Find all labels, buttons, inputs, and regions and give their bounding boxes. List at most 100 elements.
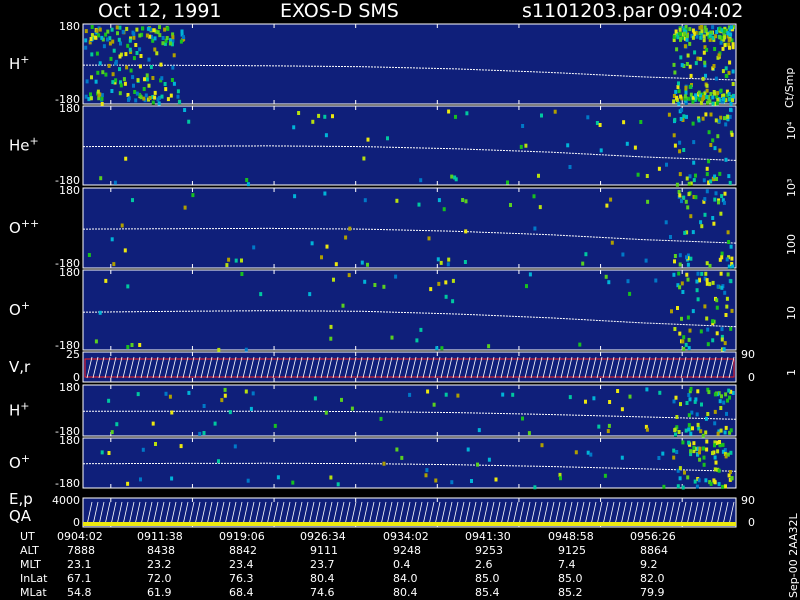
spectrogram-cell xyxy=(425,468,429,473)
spectrogram-cell xyxy=(98,61,102,66)
spectrogram-cell xyxy=(713,467,717,472)
spectrogram-cell xyxy=(110,237,114,242)
spectrogram-cell xyxy=(532,194,536,199)
spectrogram-cell xyxy=(719,406,723,410)
spectrogram-cell xyxy=(729,279,733,284)
spectrogram-cell xyxy=(680,63,684,68)
spectrogram-cell xyxy=(114,59,118,64)
spectrogram-cell xyxy=(731,264,735,269)
spectrogram-cell xyxy=(112,262,116,267)
spectrogram-cell xyxy=(705,189,709,194)
spectrogram-cell xyxy=(187,119,191,124)
row-r3-value-6: 85.0 xyxy=(558,572,583,585)
spectrogram-cell xyxy=(722,200,726,205)
spectrogram-cell xyxy=(223,387,227,392)
spectrogram-cell xyxy=(599,148,603,153)
spectrogram-cell xyxy=(336,482,340,487)
spectrogram-cell xyxy=(128,47,132,52)
spectrogram-cell xyxy=(711,338,715,343)
spectrogram-cell xyxy=(436,257,440,262)
spectrogram-cell xyxy=(251,391,255,396)
spectrogram-cell xyxy=(161,36,165,40)
spectrogram-cell xyxy=(729,428,733,433)
spectrogram-cell xyxy=(713,421,717,426)
spectrogram-cell xyxy=(727,388,731,393)
spectrogram-cell xyxy=(691,230,695,235)
spectrogram-cell xyxy=(718,171,722,176)
spectrogram-cell xyxy=(685,255,688,260)
spectrogram-cell xyxy=(592,396,596,401)
spectrogram-cell xyxy=(694,397,698,402)
row-r0-value-1: 0911:38 xyxy=(137,530,183,543)
spectrogram-cell xyxy=(685,37,689,42)
spectrogram-cell xyxy=(730,308,734,313)
spectrogram-cell xyxy=(687,181,691,186)
spectrogram-cell xyxy=(709,143,713,147)
spectrogram-cell xyxy=(153,47,157,52)
spectrogram-cell xyxy=(730,25,733,30)
spectrogram-cell xyxy=(340,397,343,402)
spectrogram-cell xyxy=(713,455,717,460)
spectrogram-cell xyxy=(711,95,715,100)
spectrogram-cell xyxy=(694,195,698,200)
spectrogram-cell xyxy=(682,148,686,152)
spectrogram-cell xyxy=(168,394,172,399)
spectrogram-cell xyxy=(584,252,588,257)
row-r4-value-1: 61.9 xyxy=(147,586,172,599)
spectrogram-cell xyxy=(130,343,134,347)
spectrogram-cell xyxy=(722,347,726,352)
row-r4-value-7: 79.9 xyxy=(640,586,665,599)
spectrogram-cell xyxy=(308,292,312,297)
spectrogram-cell xyxy=(705,95,709,99)
spectrogram-cell xyxy=(323,114,327,119)
spectrogram-cell xyxy=(424,473,428,478)
spectrogram-cell xyxy=(382,284,386,289)
spectrogram-cell xyxy=(323,191,327,196)
spectrogram-cell xyxy=(538,205,542,210)
spectrogram-cell xyxy=(680,107,684,112)
spectrogram-cell xyxy=(153,36,157,41)
spectrogram-cell xyxy=(87,253,91,257)
spectrogram-cell xyxy=(691,28,695,33)
spectrogram-cell xyxy=(702,455,706,460)
spectrogram-cell xyxy=(97,33,101,38)
spectrogram-cell xyxy=(553,109,557,114)
spectrogram-cell xyxy=(293,194,297,199)
spectrogram-cell xyxy=(202,431,206,435)
spectrogram-cell xyxy=(159,62,163,67)
spectrogram-cell xyxy=(163,27,167,32)
spectrogram-cell xyxy=(687,440,691,445)
spectrogram-cell xyxy=(578,342,582,347)
spectrogram-cell xyxy=(444,392,448,397)
spectrogram-cell xyxy=(90,52,94,57)
spectrogram-cell xyxy=(720,394,723,399)
spectrogram-cell xyxy=(726,31,730,36)
spectrogram-cell xyxy=(169,93,173,98)
spectrogram-cell xyxy=(686,205,690,210)
spectrogram-cell xyxy=(435,346,439,351)
colorbar-tick-2: 100 xyxy=(785,234,798,255)
spectrogram-cell xyxy=(724,157,728,162)
spectrogram-cell xyxy=(687,427,691,432)
spectrogram-cell xyxy=(720,28,724,33)
spectrogram-cell xyxy=(511,392,515,397)
row-label-ut: UT xyxy=(20,530,35,543)
panel-5-frame xyxy=(82,384,737,437)
spectrogram-cell xyxy=(89,37,93,41)
spectrogram-cell xyxy=(124,156,128,161)
spectrogram-cell xyxy=(111,72,115,77)
spectrogram-cell xyxy=(400,455,404,460)
spectrogram-cell xyxy=(533,226,537,231)
spectrogram-cell xyxy=(702,178,706,183)
spectrogram-cell xyxy=(714,76,718,81)
spectrogram-cell xyxy=(717,482,721,487)
spectrogram-cell xyxy=(527,431,531,436)
spectrogram-cell xyxy=(715,331,719,336)
spectrogram-cell xyxy=(701,116,705,121)
spectrogram-cell xyxy=(620,455,624,460)
spectrogram-cell xyxy=(604,274,608,279)
spectrogram-cell xyxy=(717,468,721,473)
spectrogram-cell xyxy=(686,262,690,267)
spectrogram-cell xyxy=(720,327,724,332)
spectrogram-cell xyxy=(324,410,328,415)
